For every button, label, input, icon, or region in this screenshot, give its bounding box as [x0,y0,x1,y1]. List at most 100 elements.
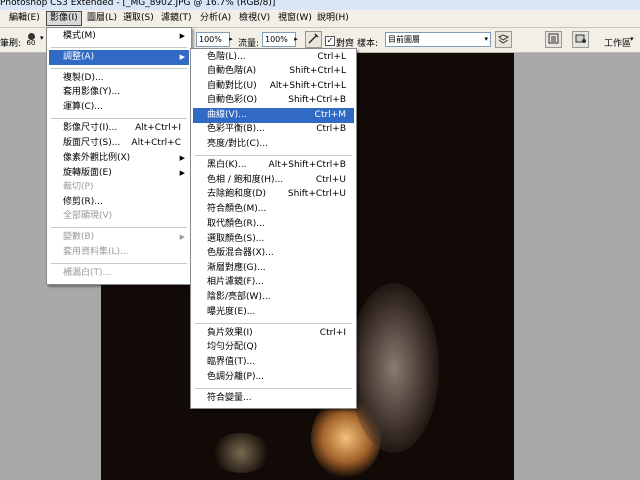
menu-separator [51,47,187,48]
menu-item[interactable]: 取代顏色(R)... [193,217,354,232]
menu-item-shortcut: Shift+Ctrl+U [287,189,346,199]
menu-item[interactable]: 均勻分配(Q) [193,340,354,355]
menu-item[interactable]: 複製(D)... [49,71,189,86]
menu-item[interactable]: 相片濾鏡(F)... [193,275,354,290]
menu-view[interactable]: 檢視(V) [236,12,273,25]
menu-item[interactable]: 負片效果(I) Ctrl+I [193,326,354,341]
menu-item[interactable]: 臨界值(T)... [193,355,354,370]
menu-item-label: 符合顏色(M)... [207,204,267,214]
menu-item[interactable]: 曝光度(E)... [193,305,354,320]
menu-separator [51,227,187,228]
menu-item[interactable]: 色階(L)... Ctrl+L [193,50,354,65]
sample-label: 樣本: [357,39,379,49]
menu-item[interactable]: 修剪(R)... [49,195,189,210]
submenu-arrow-icon: ▶ [179,169,185,177]
palette-icon [548,33,559,44]
brushes-palette-button[interactable] [545,31,562,48]
brush-picker[interactable]: 60 [24,32,38,47]
menu-item-label: 自動色彩(O) [207,95,258,105]
sample-value: 目前圖層 [388,35,420,44]
opacity-dropdown-arrow-icon[interactable]: ▸ [226,33,236,46]
menu-item-label: 臨界值(T)... [207,357,256,367]
menu-filter[interactable]: 濾鏡(T) [158,12,195,25]
menu-window[interactable]: 視窗(W) [275,12,315,25]
menu-item-shortcut: Ctrl+M [314,110,346,120]
menu-item[interactable]: 自動色階(A) Shift+Ctrl+L [193,64,354,79]
menu-item-shortcut: Ctrl+L [317,52,346,62]
menu-item[interactable]: 亮度/對比(C)... [193,137,354,152]
menu-image[interactable]: 影像(I) [46,11,82,26]
flow-dropdown-arrow-icon[interactable]: ▸ [291,33,301,46]
preset-icon [575,34,586,43]
menu-item[interactable]: 版面尺寸(S)... Alt+Ctrl+C [49,136,189,151]
workspace-menu[interactable]: 工作區 [604,36,631,49]
menu-item-label: 裁切(P) [63,182,94,192]
workspace-dropdown-arrow-icon[interactable]: ▾ [630,35,634,43]
menu-item[interactable]: 色彩平衡(B)... Ctrl+B [193,122,354,137]
menu-item[interactable]: 去除飽和度(D) Shift+Ctrl+U [193,187,354,202]
menu-item[interactable]: 漸層對應(G)... [193,261,354,276]
menu-item-label: 色階(L)... [207,52,246,62]
menu-item[interactable]: 旋轉版面(E) ▶ [49,166,189,181]
menu-item[interactable]: 運算(C)... [49,100,189,115]
brush-dropdown-arrow-icon[interactable]: ▾ [40,34,44,42]
menu-item-label: 全部顯現(V) [63,211,113,221]
menu-item[interactable]: 選取顏色(S)... [193,232,354,247]
menu-item-shortcut: Alt+Ctrl+I [135,123,181,133]
menu-item: 變數(B) ▶ [49,230,189,245]
menu-item[interactable]: 色調分離(P)... [193,370,354,385]
menu-item-label: 自動對比(U) [207,81,257,91]
menu-item-label: 修剪(R)... [63,197,103,207]
sample-all-layers-button[interactable] [495,31,512,48]
sample-dropdown-arrow-icon: ▾ [484,35,488,43]
menu-item[interactable]: 陰影/亮部(W)... [193,290,354,305]
menu-item[interactable]: 套用影像(Y)... [49,85,189,100]
opacity-field[interactable]: 100% [196,32,230,47]
menu-item[interactable]: 黑白(K)... Alt+Shift+Ctrl+B [193,158,354,173]
window-title-bar: Photoshop CS3 Extended - [_MG_8902.JPG @… [0,0,640,10]
menu-select[interactable]: 選取(S) [120,12,157,25]
menu-item[interactable]: 色相 / 飽和度(H)... Ctrl+U [193,173,354,188]
menu-item-label: 像素外觀比例(X) [63,153,131,163]
menu-item-label: 色彩平衡(B)... [207,124,265,134]
menu-item[interactable]: 符合變量... [193,391,354,406]
tool-preset-button[interactable] [572,31,589,48]
menu-item: 全部顯現(V) [49,209,189,224]
menu-bar: 編輯(E) 影像(I) 圖層(L) 選取(S) 濾鏡(T) 分析(A) 檢視(V… [0,10,640,28]
menu-item-label: 選取顏色(S)... [207,234,265,244]
menu-item-shortcut: Ctrl+B [316,124,346,134]
menu-item-shortcut: Shift+Ctrl+B [288,95,346,105]
menu-item-label: 模式(M) [63,31,96,41]
menu-separator [195,155,352,156]
menu-item-label: 套用影像(Y)... [63,87,121,97]
sample-select[interactable]: 目前圖層 ▾ [385,32,491,47]
menu-help[interactable]: 說明(H) [314,12,352,25]
menu-item-label: 自動色階(A) [207,66,257,76]
menu-item-label: 調整(A) [63,52,95,62]
menu-item-label: 相片濾鏡(F)... [207,277,264,287]
menu-item[interactable]: 調整(A) ▶ [49,50,189,65]
align-checkbox[interactable]: ✓ [325,36,335,46]
menu-item-shortcut: Shift+Ctrl+L [289,66,346,76]
menu-separator [195,388,352,389]
menu-item[interactable]: 影像尺寸(I)... Alt+Ctrl+I [49,121,189,136]
menu-item-shortcut: Alt+Shift+Ctrl+L [269,81,346,91]
menu-item[interactable]: 符合顏色(M)... [193,202,354,217]
menu-item-label: 變數(B) [63,232,95,242]
menu-analysis[interactable]: 分析(A) [197,12,234,25]
menu-item-label: 去除飽和度(D) [207,189,266,199]
airbrush-toggle-button[interactable] [305,31,322,48]
menu-item[interactable]: 像素外觀比例(X) ▶ [49,151,189,166]
menu-item[interactable]: 色版混合器(X)... [193,246,354,261]
menu-edit[interactable]: 編輯(E) [6,12,43,25]
menu-item-shortcut: Alt+Ctrl+C [131,138,181,148]
menu-layer[interactable]: 圖層(L) [84,12,120,25]
menu-item[interactable]: 自動色彩(O) Shift+Ctrl+B [193,93,354,108]
menu-item[interactable]: 自動對比(U) Alt+Shift+Ctrl+L [193,79,354,94]
menu-item-label: 均勻分配(Q) [207,342,258,352]
menu-item[interactable]: 模式(M) ▶ [49,29,189,44]
menu-item-label: 色版混合器(X)... [207,248,274,258]
submenu-arrow-icon: ▶ [179,53,185,61]
menu-item[interactable]: 曲線(V)... Ctrl+M [193,108,354,123]
menu-separator [195,323,352,324]
